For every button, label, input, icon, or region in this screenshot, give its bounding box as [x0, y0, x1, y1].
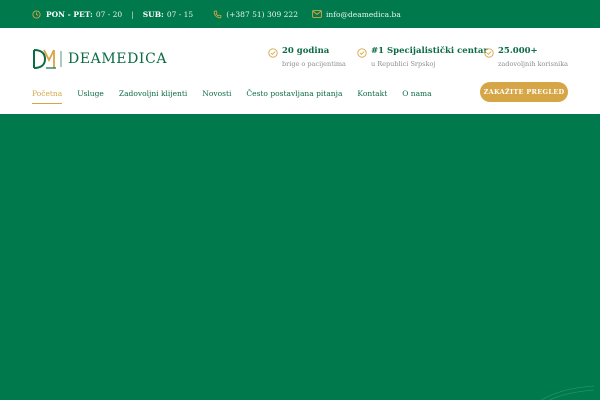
mail-icon: [312, 10, 322, 18]
saturday-hours-value: 07 - 15: [166, 9, 194, 19]
highlight-title: 25.000+: [498, 46, 538, 56]
site-header: DEAMEDICA 20 godina brige o pacijentima …: [0, 28, 600, 114]
highlight-rank: #1 Specijalistički centar u Republici Sr…: [357, 46, 488, 69]
highlight-experience: 20 godina brige o pacijentima: [268, 46, 346, 69]
check-circle-icon: [357, 48, 367, 58]
saturday-hours-label: SUB:: [142, 9, 164, 19]
top-bar: PON - PET: 07 - 20 | SUB: 07 - 15 (+387 …: [0, 0, 600, 28]
check-circle-icon: [268, 48, 278, 58]
logo-divider: [60, 51, 62, 67]
clock-icon: [32, 9, 41, 19]
nav-item-kontakt[interactable]: Kontakt: [357, 89, 387, 104]
highlight-subtitle: zadovoljnih korisnika: [498, 60, 569, 68]
hours-group: PON - PET: 07 - 20 | SUB: 07 - 15: [32, 10, 193, 19]
email-address: info@deamedica.ba: [325, 9, 401, 19]
main-nav: Početna Usluge Zadovoljni klijenti Novos…: [32, 89, 447, 104]
nav-item-pocetna[interactable]: Početna: [32, 89, 63, 104]
nav-item-o-nama[interactable]: O nama: [402, 89, 431, 104]
weekday-hours-label: PON - PET:: [46, 9, 93, 19]
book-appointment-button[interactable]: ZAKAŽITE PREGLED: [480, 82, 568, 102]
check-circle-icon: [484, 48, 494, 58]
email-link[interactable]: info@deamedica.ba: [312, 10, 401, 19]
hours-separator: |: [131, 9, 134, 19]
phone-link[interactable]: (+387 51) 309 222: [213, 10, 298, 19]
logo-monogram-icon: [33, 49, 56, 69]
site-logo[interactable]: DEAMEDICA: [32, 48, 167, 70]
highlight-customers: 25.000+ zadovoljnih korisnika: [484, 46, 568, 69]
weekday-hours-value: 07 - 20: [95, 9, 123, 19]
nav-item-zadovoljni-klijenti[interactable]: Zadovoljni klijenti: [119, 89, 187, 104]
phone-number: (+387 51) 309 222: [226, 9, 298, 19]
nav-item-usluge[interactable]: Usluge: [77, 89, 104, 104]
nav-item-novosti[interactable]: Novosti: [202, 89, 231, 104]
highlight-subtitle: brige o pacijentima: [282, 60, 346, 68]
nav-item-faq[interactable]: Često postavljana pitanja: [246, 89, 342, 104]
highlight-title: 20 godina: [282, 46, 330, 56]
logo-text: DEAMEDICA: [68, 51, 168, 67]
decorative-swirl: [540, 385, 595, 400]
highlight-title: #1 Specijalistički centar: [371, 46, 488, 56]
phone-icon: [213, 10, 222, 18]
hero-section: [0, 114, 600, 400]
highlight-subtitle: u Republici Srpskoj: [371, 60, 436, 68]
